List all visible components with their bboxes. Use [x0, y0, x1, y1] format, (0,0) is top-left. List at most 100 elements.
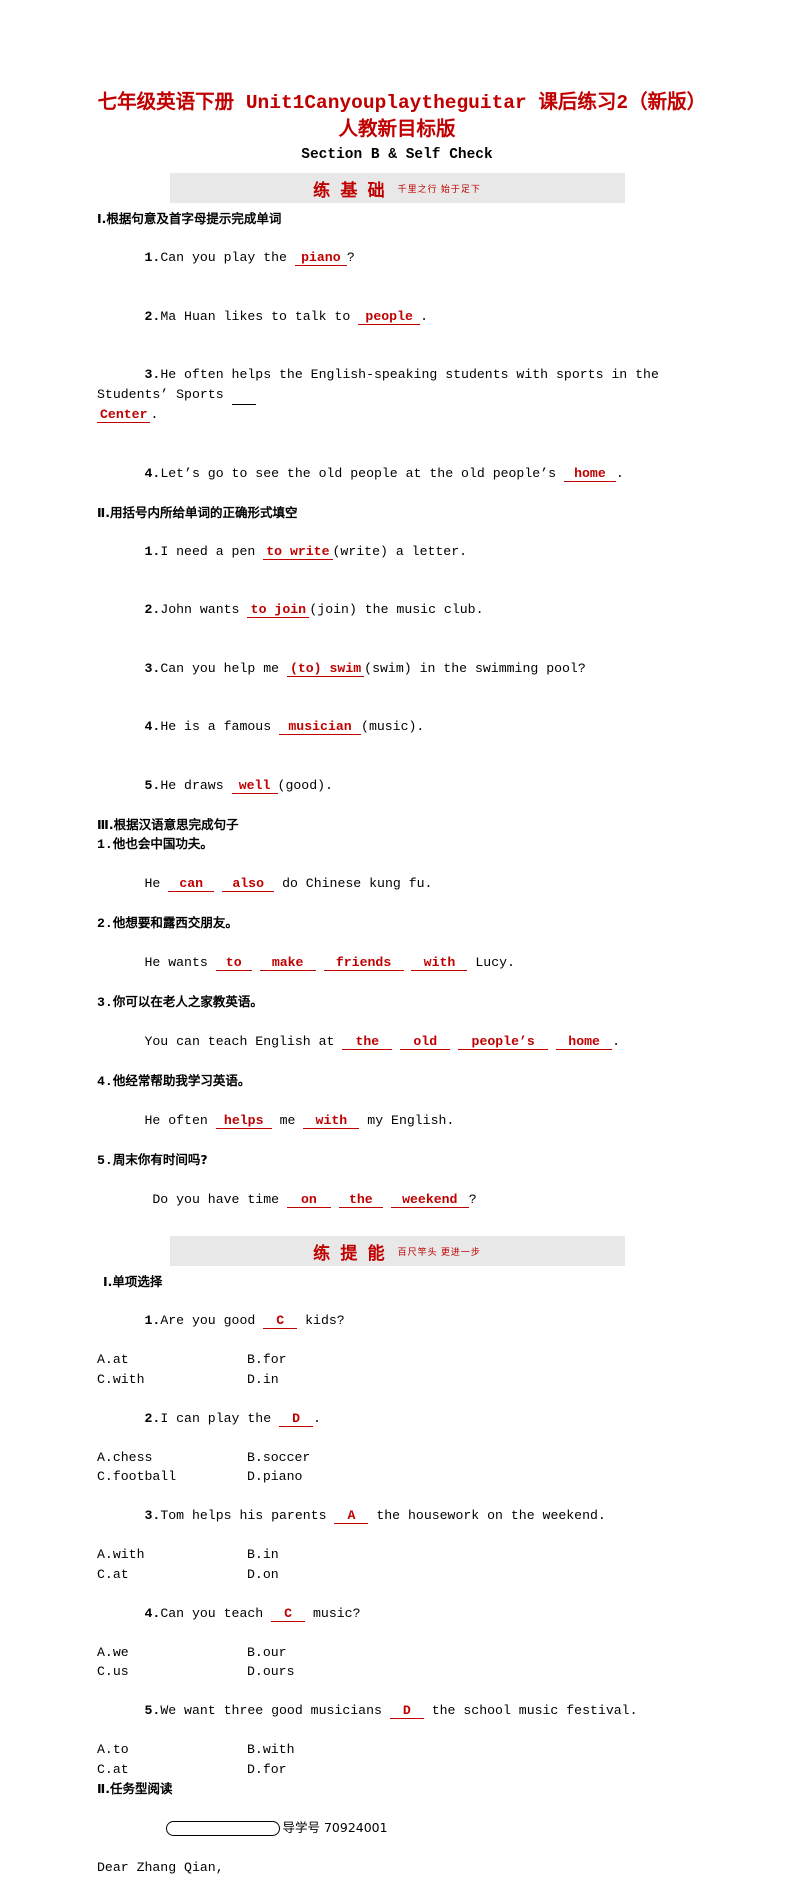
item-text-mid: me — [271, 1113, 304, 1128]
item-text-post: (join) the music club. — [309, 602, 484, 617]
item-text: Tom helps his parents — [160, 1508, 335, 1523]
item-text: He often helps the English-speaking stud… — [97, 367, 667, 402]
item-text-post: the housework on the weekend. — [368, 1508, 606, 1523]
item-text: John wants — [160, 602, 248, 617]
item-text-post: kids? — [297, 1313, 345, 1328]
section5-code-row: 导学号 70924001 — [97, 1799, 697, 1859]
s4-item-4: 4.Can you teach C music? — [97, 1584, 697, 1643]
answer-blank: can — [168, 876, 215, 892]
option-b: B.soccer — [247, 1449, 311, 1465]
item-text: He often — [144, 1113, 216, 1128]
s3-item-5: Do you have time on the weekend? — [97, 1171, 697, 1230]
option-c: C.football — [97, 1469, 177, 1484]
s3-item-3-cn: 3.你可以在老人之家教英语。 — [97, 992, 697, 1013]
item-text: Can you help me — [160, 660, 287, 676]
answer-blank: make — [259, 955, 316, 971]
s2-item-3: 3.Can you help me (to) swim (swim) in the… — [97, 639, 697, 698]
answer-blank: musician — [279, 719, 362, 735]
answer-blank: A — [334, 1508, 369, 1524]
s4-item-5-options-row1: A.to B.with — [97, 1740, 697, 1760]
item-chinese: 他想要和露西交朋友。 — [112, 915, 238, 930]
option-a: A.at — [97, 1352, 129, 1367]
section2-heading: Ⅱ.用括号内所给单词的正确形式填空 — [97, 504, 298, 520]
document-page: 七年级英语下册 Unit1Canyouplaytheguitar 课后练习2（新… — [0, 0, 793, 1875]
item-number: 5. — [144, 777, 161, 793]
answer-blank: to join — [247, 602, 310, 618]
item-number: 1. — [144, 543, 161, 559]
item-chinese: 你可以在老人之家教英语。 — [112, 994, 263, 1009]
item-number: 2. — [144, 1410, 161, 1426]
item-text-post: ? — [346, 250, 355, 265]
item-text: He draws — [160, 777, 232, 793]
item-number: 2. — [144, 602, 161, 617]
answer-blank: to — [215, 955, 252, 971]
s3-item-1: He can also do Chinese kung fu. — [97, 855, 697, 914]
item-number: 3. — [144, 660, 161, 676]
item-number: 4. — [144, 465, 161, 481]
answer-blank: C — [271, 1606, 306, 1622]
section5-heading: Ⅱ.任务型阅读 — [97, 1781, 173, 1796]
option-a: A.we — [97, 1644, 129, 1660]
option-d: D.for — [247, 1761, 287, 1777]
s1-item-1: 1.Can you play the piano? — [97, 229, 697, 288]
s4-item-4-options-row1: A.we B.our — [97, 1643, 697, 1663]
answer-blank: on — [286, 1192, 331, 1208]
answer-blank: the — [338, 1192, 383, 1208]
option-d: D.in — [247, 1371, 279, 1387]
item-text-post: Lucy. — [467, 955, 515, 970]
s2-item-1: 1.I need a pen to write (write) a letter. — [97, 522, 697, 581]
s2-item-5: 5.He draws well (good). — [97, 756, 697, 815]
item-number: 2. — [144, 308, 161, 324]
item-text: I can play the — [160, 1410, 280, 1426]
answer-blank: helps — [215, 1113, 272, 1129]
item-text: You can teach English at — [144, 1034, 343, 1049]
item-number: 3. — [144, 367, 161, 382]
option-a: A.to — [97, 1742, 129, 1757]
section1-heading: Ⅰ.根据句意及首字母提示完成单词 — [97, 211, 282, 226]
item-text: Let’s go to see the old people at the ol… — [160, 465, 564, 481]
item-chinese: 周末你有时间吗? — [112, 1152, 208, 1167]
option-c: C.at — [97, 1566, 129, 1582]
item-number: 1. — [144, 250, 161, 265]
item-chinese: 他也会中国功夫。 — [112, 836, 213, 851]
answer-blank: C — [263, 1313, 298, 1329]
item-text-post: (swim) in the swimming pool? — [364, 660, 586, 676]
s4-item-3-options-row1: A.with B.in — [97, 1545, 697, 1565]
option-d: D.ours — [247, 1664, 295, 1679]
item-text: Ma Huan likes to talk to — [160, 308, 359, 324]
item-text: He — [144, 876, 169, 891]
item-number: 2. — [97, 916, 113, 931]
s4-item-2-options-row2: C.football D.piano — [97, 1467, 697, 1487]
option-a: A.chess — [97, 1449, 153, 1465]
item-text-post: . — [615, 465, 624, 481]
option-d: D.on — [247, 1566, 279, 1582]
s2-item-2: 2.John wants to join (join) the music clu… — [97, 581, 697, 640]
tail-rule — [231, 385, 256, 405]
item-text-post: ? — [468, 1192, 477, 1207]
s3-item-5-cn: 5.周末你有时间吗? — [97, 1150, 697, 1171]
item-number: 4. — [144, 1605, 161, 1621]
item-text-post: the school music festival. — [423, 1703, 638, 1718]
item-number: 4. — [144, 719, 161, 734]
item-text-post: do Chinese kung fu. — [274, 876, 433, 891]
answer-blank: Center — [97, 407, 151, 423]
item-text: Are you good — [160, 1313, 264, 1328]
band-subtitle: 千里之行 始于足下 — [397, 183, 481, 194]
code-label: 导学号 70924001 — [282, 1820, 388, 1835]
item-text-post: . — [612, 1034, 621, 1049]
answer-blank: people — [358, 309, 421, 325]
item-number: 1. — [97, 837, 113, 852]
band-subtitle: 百尺竿头 更进一步 — [397, 1246, 481, 1257]
item-text: Do you have time — [144, 1192, 287, 1207]
s4-item-3: 3.Tom helps his parents A the housework … — [97, 1487, 697, 1546]
answer-blank: piano — [294, 250, 347, 266]
s4-item-2-options-row1: A.chess B.soccer — [97, 1448, 697, 1468]
s3-item-1-cn: 1.他也会中国功夫。 — [97, 834, 697, 855]
s3-item-2-cn: 2.他想要和露西交朋友。 — [97, 913, 697, 934]
answer-blank: the — [342, 1034, 393, 1050]
option-b: B.with — [247, 1742, 295, 1757]
item-chinese: 他经常帮助我学习英语。 — [112, 1073, 251, 1088]
item-number: 3. — [144, 1508, 161, 1523]
answer-blank: with — [303, 1113, 360, 1129]
section-band-advanced: 练 提 能 百尺竿头 更进一步 — [169, 1236, 625, 1266]
